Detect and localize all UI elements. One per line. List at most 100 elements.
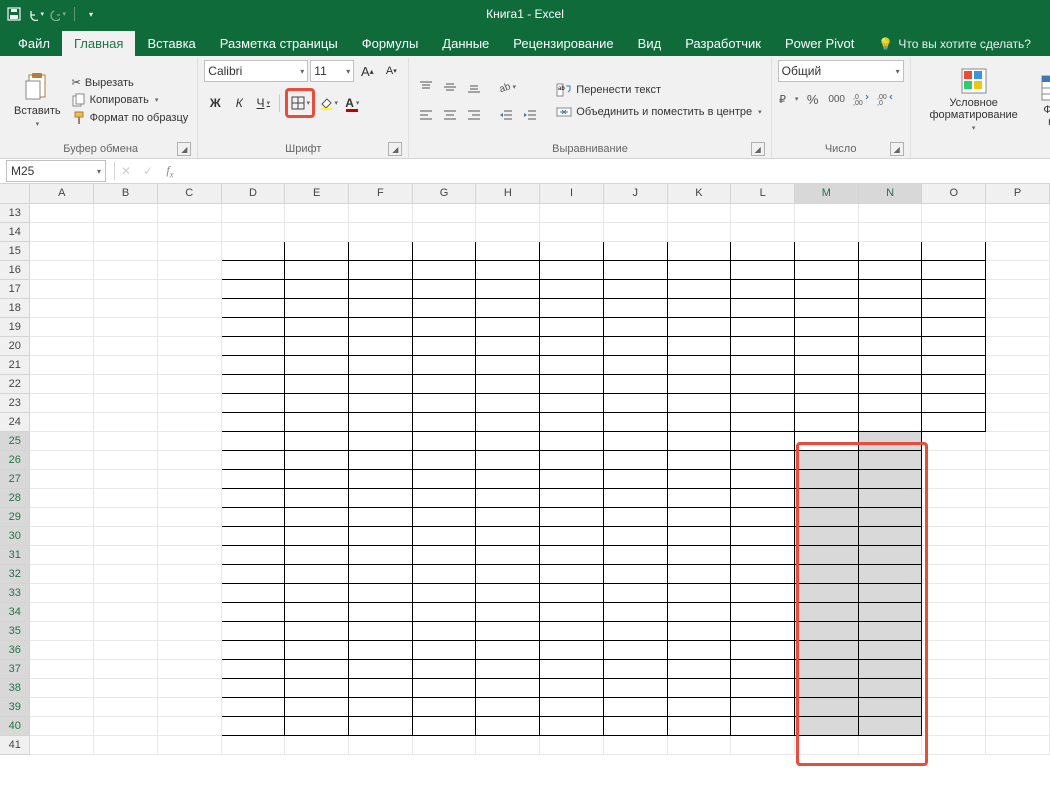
cell[interactable] <box>794 450 858 469</box>
copy-button[interactable]: Копировать▾ <box>69 92 192 108</box>
cell[interactable] <box>285 621 349 640</box>
cell[interactable] <box>94 450 158 469</box>
cell[interactable] <box>922 336 986 355</box>
cell[interactable] <box>157 203 221 222</box>
cell[interactable] <box>540 716 604 735</box>
cell[interactable] <box>412 469 476 488</box>
cell[interactable] <box>858 621 922 640</box>
column-header[interactable]: M <box>794 184 858 203</box>
cell[interactable] <box>603 317 667 336</box>
cell[interactable] <box>540 450 604 469</box>
cell[interactable] <box>603 583 667 602</box>
cell[interactable] <box>667 241 731 260</box>
row-header[interactable]: 37 <box>0 659 30 678</box>
cell[interactable] <box>285 260 349 279</box>
cell[interactable] <box>221 374 285 393</box>
cell[interactable] <box>603 488 667 507</box>
increase-indent-icon[interactable] <box>519 104 541 126</box>
cell[interactable] <box>667 640 731 659</box>
column-header[interactable]: B <box>94 184 158 203</box>
row-header[interactable]: 28 <box>0 488 30 507</box>
cell[interactable] <box>157 431 221 450</box>
cell[interactable] <box>986 450 1050 469</box>
cell[interactable] <box>221 716 285 735</box>
cell[interactable] <box>794 735 858 754</box>
column-header[interactable]: L <box>731 184 795 203</box>
cell[interactable] <box>731 659 795 678</box>
cell[interactable] <box>30 374 94 393</box>
cell[interactable] <box>157 241 221 260</box>
cell[interactable] <box>157 393 221 412</box>
cell[interactable] <box>603 279 667 298</box>
cell[interactable] <box>731 678 795 697</box>
cell[interactable] <box>412 697 476 716</box>
cell[interactable] <box>794 507 858 526</box>
row-header[interactable]: 36 <box>0 640 30 659</box>
cell[interactable] <box>794 621 858 640</box>
tab-developer[interactable]: Разработчик <box>673 31 773 56</box>
cell[interactable] <box>667 222 731 241</box>
cell[interactable] <box>476 697 540 716</box>
cell[interactable] <box>349 507 413 526</box>
cell[interactable] <box>285 431 349 450</box>
cell[interactable] <box>30 678 94 697</box>
cell[interactable] <box>731 735 795 754</box>
cell[interactable] <box>285 450 349 469</box>
cell[interactable] <box>349 545 413 564</box>
cell[interactable] <box>858 488 922 507</box>
cell[interactable] <box>540 659 604 678</box>
cell[interactable] <box>221 336 285 355</box>
row-header[interactable]: 39 <box>0 697 30 716</box>
cell[interactable] <box>603 336 667 355</box>
cell[interactable] <box>603 203 667 222</box>
cell[interactable] <box>794 279 858 298</box>
cell[interactable] <box>30 526 94 545</box>
cell[interactable] <box>30 716 94 735</box>
cell[interactable] <box>603 621 667 640</box>
cell[interactable] <box>986 488 1050 507</box>
cell[interactable] <box>603 241 667 260</box>
cell[interactable] <box>157 526 221 545</box>
tab-home[interactable]: Главная <box>62 31 135 56</box>
column-header[interactable]: A <box>30 184 94 203</box>
cell[interactable] <box>858 431 922 450</box>
cell[interactable] <box>94 298 158 317</box>
cell[interactable] <box>922 697 986 716</box>
cell[interactable] <box>412 412 476 431</box>
clipboard-dialog-icon[interactable]: ◢ <box>177 142 191 156</box>
cell[interactable] <box>731 317 795 336</box>
cell[interactable] <box>157 260 221 279</box>
cell[interactable] <box>731 640 795 659</box>
cell[interactable] <box>285 203 349 222</box>
font-color-button[interactable]: A <box>341 92 363 114</box>
cell[interactable] <box>922 583 986 602</box>
worksheet-grid[interactable]: ABCDEFGHIJKLMNOP131415161718192021222324… <box>0 184 1050 798</box>
row-header[interactable]: 22 <box>0 374 30 393</box>
cell[interactable] <box>794 355 858 374</box>
cell[interactable] <box>412 545 476 564</box>
cell[interactable] <box>540 602 604 621</box>
cell[interactable] <box>922 241 986 260</box>
cell[interactable] <box>731 507 795 526</box>
cell[interactable] <box>540 469 604 488</box>
cell[interactable] <box>922 374 986 393</box>
tab-review[interactable]: Рецензирование <box>501 31 625 56</box>
cell[interactable] <box>285 640 349 659</box>
cell[interactable] <box>412 640 476 659</box>
increase-decimal-icon[interactable]: ,0,00 <box>850 88 872 110</box>
cell[interactable] <box>731 526 795 545</box>
row-header[interactable]: 26 <box>0 450 30 469</box>
cell[interactable] <box>221 393 285 412</box>
cell[interactable] <box>858 716 922 735</box>
cell[interactable] <box>986 317 1050 336</box>
font-size-combo[interactable]: 11▾ <box>310 60 354 82</box>
cell[interactable] <box>349 431 413 450</box>
cell[interactable] <box>157 222 221 241</box>
cell[interactable] <box>30 583 94 602</box>
cell[interactable] <box>731 241 795 260</box>
cell[interactable] <box>412 298 476 317</box>
cell[interactable] <box>731 697 795 716</box>
cell[interactable] <box>94 393 158 412</box>
cell[interactable] <box>986 374 1050 393</box>
cell[interactable] <box>476 564 540 583</box>
